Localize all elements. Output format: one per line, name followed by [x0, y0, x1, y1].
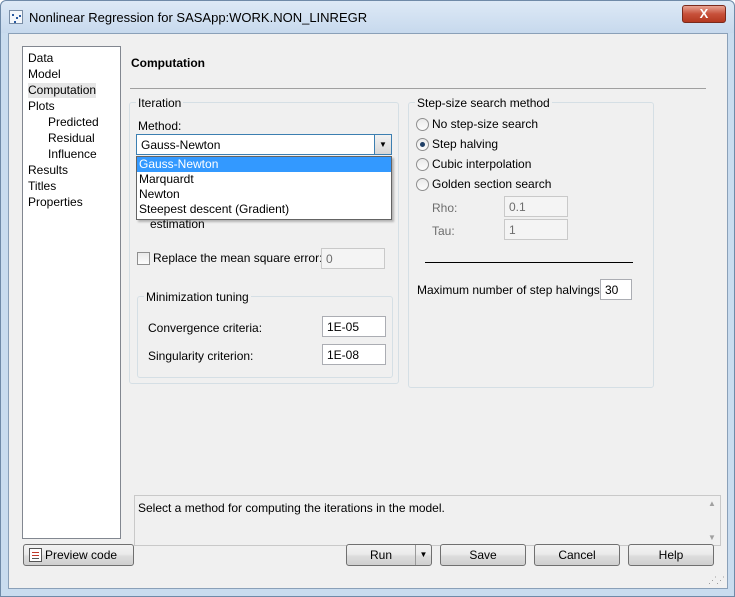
method-dropdown-list: Gauss-Newton Marquardt Newton Steepest d… — [136, 156, 392, 220]
page-title: Computation — [131, 56, 205, 70]
replace-mse-label: Replace the mean square error: — [153, 251, 323, 265]
help-description-box: Select a method for computing the iterat… — [134, 495, 721, 546]
iteration-group: Iteration Method: Gauss-Newton ▼ Gauss-N… — [129, 96, 399, 384]
nav-item-data[interactable]: Data — [28, 51, 53, 66]
singularity-label: Singularity criterion: — [148, 349, 254, 363]
minimization-tuning-group: Minimization tuning Convergence criteria… — [137, 290, 393, 378]
dialog-body: Data Model Computation Plots Predicted R… — [8, 33, 728, 589]
radio-step-halving[interactable] — [416, 138, 429, 151]
help-text: Select a method for computing the iterat… — [138, 501, 445, 515]
window-title: Nonlinear Regression for SASApp:WORK.NON… — [29, 10, 368, 25]
method-label: Method: — [138, 119, 182, 133]
resize-grip-icon[interactable]: ⋰⋰ — [708, 575, 725, 586]
nav-item-predicted[interactable]: Predicted — [48, 115, 99, 130]
radio-cubic-interpolation[interactable] — [416, 158, 429, 171]
preview-code-label: Preview code — [45, 548, 118, 562]
nav-item-results[interactable]: Results — [28, 163, 68, 178]
tau-input[interactable]: 1 — [504, 219, 568, 240]
run-dropdown-arrow-icon[interactable]: ▼ — [415, 545, 431, 565]
save-button[interactable]: Save — [440, 544, 526, 566]
navigation-list: Data Model Computation Plots Predicted R… — [22, 46, 121, 539]
scroll-down-icon[interactable]: ▼ — [708, 533, 716, 542]
step-halving-label: Step halving — [432, 137, 499, 151]
help-button[interactable]: Help — [628, 544, 714, 566]
singularity-input[interactable]: 1E-08 — [322, 344, 386, 365]
preview-code-icon — [29, 548, 42, 562]
rho-input[interactable]: 0.1 — [504, 196, 568, 217]
radio-golden-section[interactable] — [416, 178, 429, 191]
method-select[interactable]: Gauss-Newton ▼ — [136, 134, 392, 155]
iteration-group-label: Iteration — [136, 96, 184, 110]
convergence-input[interactable]: 1E-05 — [322, 316, 386, 337]
chevron-down-icon[interactable]: ▼ — [374, 135, 391, 154]
cancel-button[interactable]: Cancel — [534, 544, 620, 566]
title-bar[interactable]: Nonlinear Regression for SASApp:WORK.NON… — [1, 1, 734, 33]
convergence-label: Convergence criteria: — [148, 321, 263, 335]
nav-item-influence[interactable]: Influence — [48, 147, 97, 162]
no-step-size-label: No step-size search — [432, 117, 539, 131]
cubic-interpolation-label: Cubic interpolation — [432, 157, 532, 171]
scroll-up-icon[interactable]: ▲ — [708, 499, 716, 508]
nav-item-model[interactable]: Model — [28, 67, 61, 82]
replace-mse-input[interactable]: 0 — [321, 248, 385, 269]
method-option-newton[interactable]: Newton — [137, 187, 391, 202]
method-option-steepest-descent[interactable]: Steepest descent (Gradient) — [137, 202, 391, 217]
regression-app-icon — [9, 10, 23, 24]
golden-section-label: Golden section search — [432, 177, 552, 191]
nav-item-plots[interactable]: Plots — [28, 99, 55, 114]
nav-item-titles[interactable]: Titles — [28, 179, 56, 194]
method-selected-value: Gauss-Newton — [141, 138, 221, 152]
step-size-group-label: Step-size search method — [415, 96, 552, 110]
radio-no-step-size[interactable] — [416, 118, 429, 131]
tau-label: Tau: — [432, 224, 455, 238]
run-button[interactable]: Run ▼ — [346, 544, 432, 566]
nav-item-residual[interactable]: Residual — [48, 131, 95, 146]
nav-item-properties[interactable]: Properties — [28, 195, 83, 210]
method-option-marquardt[interactable]: Marquardt — [137, 172, 391, 187]
step-size-divider — [425, 262, 633, 263]
close-button[interactable]: X — [682, 5, 726, 23]
help-scrollbar[interactable]: ▲ ▼ — [704, 496, 720, 545]
dialog-window: Nonlinear Regression for SASApp:WORK.NON… — [0, 0, 735, 597]
preview-code-button[interactable]: Preview code — [23, 544, 134, 566]
minimization-tuning-label: Minimization tuning — [144, 290, 251, 304]
nav-item-computation[interactable]: Computation — [28, 83, 97, 98]
max-halvings-label: Maximum number of step halvings: — [417, 283, 604, 297]
step-size-group: Step-size search method No step-size sea… — [408, 96, 654, 388]
computation-panel: Computation Iteration Method: Gauss-Newt… — [128, 46, 721, 546]
title-divider — [130, 88, 706, 89]
method-option-gauss-newton[interactable]: Gauss-Newton — [137, 157, 391, 172]
rho-label: Rho: — [432, 201, 458, 215]
run-label: Run — [369, 548, 392, 562]
max-halvings-input[interactable]: 30 — [600, 279, 632, 300]
replace-mse-checkbox[interactable] — [137, 252, 150, 265]
